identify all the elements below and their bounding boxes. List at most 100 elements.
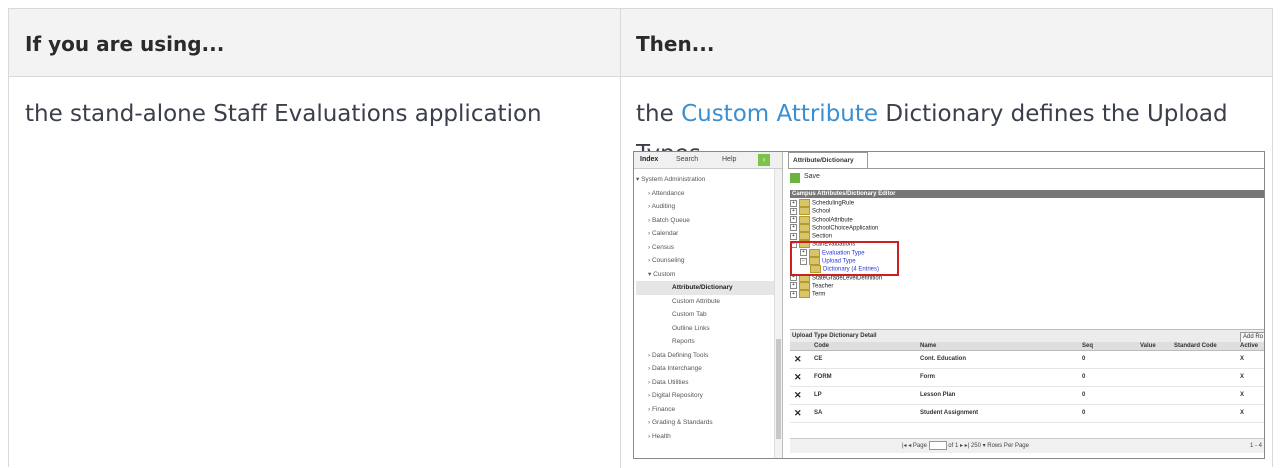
scroll-thumb[interactable] [776, 339, 781, 439]
table-row[interactable]: ✕ FORM Form 0 X [790, 369, 1264, 387]
tree-node-label: SchoolAttribute [812, 217, 853, 224]
nav-tree: ▾ System Administration › Attendance › Aud… [636, 173, 774, 443]
grid-cell: Cont. Education [920, 356, 966, 362]
grid-cell: FORM [814, 374, 832, 380]
tree-node-label: SchoolChoiceApplication [812, 225, 879, 232]
nav-item[interactable]: › Data Interchange [636, 362, 774, 376]
table-row[interactable]: ✕ CE Cont. Education 0 X [790, 351, 1264, 369]
tab-index[interactable]: Index [640, 156, 658, 163]
dictionary-grid: Code Name Seq Value Standard Code Active ✕ CE Co… [790, 342, 1264, 423]
nav-item[interactable]: › Batch Queue [636, 214, 774, 228]
nav-item[interactable]: › Census [636, 241, 774, 255]
collapse-icon[interactable]: ‹ [758, 154, 770, 166]
delete-icon[interactable]: ✕ [794, 369, 802, 386]
tree-node[interactable]: + School [790, 207, 1264, 216]
expand-icon[interactable]: + [790, 224, 797, 232]
table-row[interactable]: ✕ SA Student Assignment 0 X [790, 405, 1264, 423]
expand-icon[interactable]: + [790, 199, 797, 207]
tree-node-label: School [812, 208, 831, 215]
nav-item[interactable]: › Attendance [636, 187, 774, 201]
result-pre: the [636, 101, 682, 127]
grid-header-cell[interactable]: Value [1140, 342, 1156, 350]
table-row[interactable]: ✕ LP Lesson Plan 0 X [790, 387, 1264, 405]
nav-item[interactable]: › Finance [636, 403, 774, 417]
pager: |◂ ◂ Page of 1 ▸ ▸| 250 ▾ Rows Per Page … [790, 438, 1264, 453]
tab-help[interactable]: Help [722, 156, 736, 163]
nav-item[interactable]: › Health [636, 430, 774, 444]
expand-icon[interactable]: + [790, 216, 797, 224]
grid-header-cell[interactable]: Seq [1082, 342, 1093, 350]
nav-item[interactable]: › Auditing [636, 200, 774, 214]
grid-cell: SA [814, 410, 823, 416]
nav-item[interactable]: › Digital Repository [636, 389, 774, 403]
campus-screenshot: Index Search Help ‹ ▾ System Administrat… [633, 151, 1265, 459]
tree-node[interactable]: + SchedulingRule [790, 199, 1264, 207]
editor-title: Campus Attributes/Dictionary Editor [790, 190, 1264, 198]
rows-label: Rows Per Page [987, 443, 1029, 449]
nav-item[interactable]: › Grading & Standards [636, 416, 774, 430]
tab-underline [788, 168, 1264, 169]
tree-node[interactable]: + Term [790, 290, 1264, 299]
folder-icon [799, 215, 810, 224]
grid-cell: X [1240, 410, 1245, 416]
grid-header-cell[interactable]: Name [920, 342, 936, 350]
pager-controls: |◂ ◂ Page of 1 ▸ ▸| 250 ▾ Rows Per Page [902, 439, 1029, 453]
nav-item[interactable]: Reports [636, 335, 774, 349]
nav-item[interactable]: › Data Utilities [636, 376, 774, 390]
tree-node[interactable]: + Teacher [790, 281, 1264, 290]
tree-node[interactable]: + SchoolAttribute [790, 215, 1264, 224]
grid-header-cell[interactable]: Code [814, 342, 829, 350]
expand-icon[interactable]: + [790, 290, 797, 298]
tab-search[interactable]: Search [676, 156, 698, 163]
grid-cell: Student Assignment [920, 410, 979, 416]
left-panel: Index Search Help ‹ ▾ System Administrat… [634, 152, 783, 458]
nav-item[interactable]: › Calendar [636, 227, 774, 241]
grid-cell: X [1240, 392, 1245, 398]
tree-node-label: Teacher [812, 283, 834, 290]
tree-node[interactable]: + Section [790, 232, 1264, 241]
grid-cell: 0 [1082, 374, 1086, 380]
tree-node-label: Section [812, 233, 833, 240]
delete-icon[interactable]: ✕ [794, 405, 802, 422]
grid-cell: 0 [1082, 392, 1086, 398]
detail-header: Upload Type Dictionary Detail Add Ro [790, 329, 1264, 343]
expand-icon[interactable]: + [790, 207, 797, 215]
page-input[interactable] [928, 440, 947, 450]
tree-node-label: SchedulingRule [812, 200, 855, 207]
grid-header-cell[interactable]: Standard Code [1174, 342, 1217, 350]
grid-cell: X [1240, 356, 1245, 362]
nav-item[interactable]: Outline Links [636, 322, 774, 336]
expand-icon[interactable]: + [790, 282, 797, 290]
grid-cell: Lesson Plan [920, 392, 956, 398]
nav-item[interactable]: Attribute/Dictionary [636, 281, 774, 295]
table-header-row: If you are using... Then... [9, 9, 1272, 77]
nav-scrollbar[interactable] [774, 169, 782, 458]
highlight-box [790, 241, 899, 276]
grid-header-cell[interactable]: Active [1240, 342, 1258, 350]
nav-item[interactable]: Custom Attribute [636, 295, 774, 309]
tree-node[interactable]: + SchoolChoiceApplication [790, 223, 1264, 232]
folder-icon [799, 281, 810, 290]
nav-item[interactable]: ▾ System Administration [636, 173, 774, 187]
nav-item[interactable]: › Counseling [636, 254, 774, 268]
grid-header-row: Code Name Seq Value Standard Code Active [790, 342, 1264, 351]
pager-page-label: Page [912, 443, 927, 449]
detail-title: Upload Type Dictionary Detail [792, 333, 877, 339]
expand-icon[interactable]: + [790, 232, 797, 240]
nav-item[interactable]: › Data Defining Tools [636, 349, 774, 363]
grid-cell: Form [920, 374, 935, 380]
header-then: Then... [636, 32, 715, 56]
header-if-using: If you are using... [25, 32, 225, 56]
tab-attribute-dictionary[interactable]: Attribute/Dictionary [788, 152, 868, 168]
cell-condition: the stand-alone Staff Evaluations applic… [25, 101, 542, 127]
save-label: Save [804, 173, 820, 180]
nav-item[interactable]: Custom Tab [636, 308, 774, 322]
grid-cell: 0 [1082, 410, 1086, 416]
delete-icon[interactable]: ✕ [794, 387, 802, 404]
rows-select[interactable]: 250 [971, 443, 981, 449]
pager-range: 1 - 4 [1249, 443, 1262, 449]
grid-cell: CE [814, 356, 823, 362]
nav-item[interactable]: ▾ Custom [636, 268, 774, 282]
custom-attribute-link[interactable]: Custom Attribute [681, 101, 878, 127]
delete-icon[interactable]: ✕ [794, 351, 802, 368]
